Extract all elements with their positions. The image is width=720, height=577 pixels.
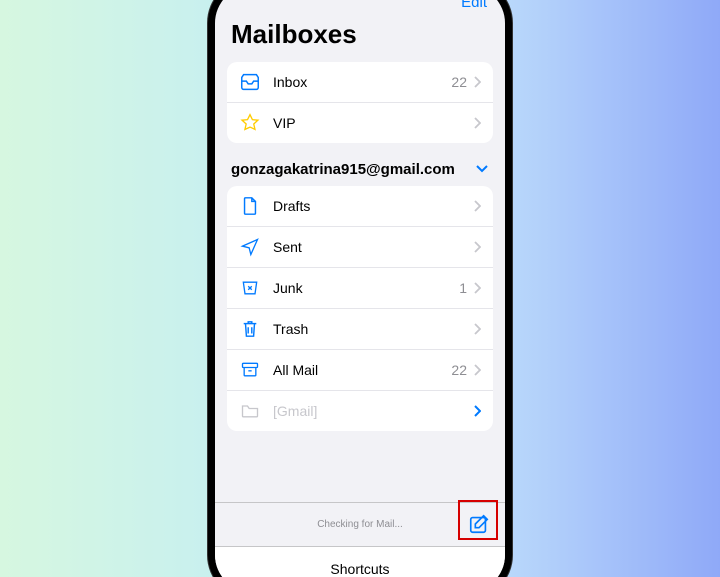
status-text: Checking for Mail... (317, 519, 403, 530)
chevron-down-icon (475, 164, 489, 174)
app-switcher-label: Shortcuts (330, 561, 389, 577)
mailbox-count: 22 (451, 362, 467, 378)
chevron-right-icon (473, 282, 481, 294)
mailbox-label: Trash (273, 321, 473, 337)
chevron-right-icon (473, 241, 481, 253)
account-mailboxes: Drafts Sent (227, 186, 493, 431)
chevron-right-icon (473, 323, 481, 335)
mailbox-label: Drafts (273, 198, 473, 214)
mailbox-inbox[interactable]: Inbox 22 (227, 62, 493, 103)
archive-icon (239, 359, 261, 381)
mailbox-junk[interactable]: Junk 1 (227, 268, 493, 309)
app-switcher-bar: Shortcuts (215, 546, 505, 577)
primary-mailboxes: Inbox 22 VIP (227, 62, 493, 143)
junk-icon (239, 277, 261, 299)
page-title: Mailboxes (231, 19, 489, 50)
screen: Edit Mailboxes Inbox 22 (215, 0, 505, 577)
mailbox-all-mail[interactable]: All Mail 22 (227, 350, 493, 391)
chevron-right-icon (473, 200, 481, 212)
inbox-icon (239, 71, 261, 93)
chevron-right-icon (473, 405, 481, 417)
mailbox-label: Junk (273, 280, 459, 296)
chevron-right-icon (473, 364, 481, 376)
content: Mailboxes Inbox 22 (215, 15, 505, 502)
mailbox-gmail-folder[interactable]: [Gmail] (227, 391, 493, 431)
mailbox-sent[interactable]: Sent (227, 227, 493, 268)
phone-frame: Edit Mailboxes Inbox 22 (208, 0, 512, 577)
nav-bar: Edit (215, 0, 505, 15)
bottom-toolbar: Checking for Mail... (215, 502, 505, 546)
edit-button[interactable]: Edit (461, 0, 487, 11)
mailbox-label: Sent (273, 239, 473, 255)
chevron-right-icon (473, 117, 481, 129)
mailbox-count: 1 (459, 280, 467, 296)
mailbox-label: Inbox (273, 74, 451, 90)
mailbox-label: VIP (273, 115, 473, 131)
chevron-right-icon (473, 76, 481, 88)
mailbox-trash[interactable]: Trash (227, 309, 493, 350)
account-header[interactable]: gonzagakatrina915@gmail.com (227, 161, 493, 186)
trash-icon (239, 318, 261, 340)
compose-button[interactable] (467, 512, 491, 536)
sent-icon (239, 236, 261, 258)
mailbox-label: [Gmail] (273, 403, 473, 419)
mailbox-label: All Mail (273, 362, 451, 378)
mailbox-drafts[interactable]: Drafts (227, 186, 493, 227)
account-email: gonzagakatrina915@gmail.com (231, 161, 455, 178)
star-icon (239, 112, 261, 134)
mailbox-count: 22 (451, 74, 467, 90)
folder-icon (239, 400, 261, 422)
mailbox-vip[interactable]: VIP (227, 103, 493, 143)
drafts-icon (239, 195, 261, 217)
